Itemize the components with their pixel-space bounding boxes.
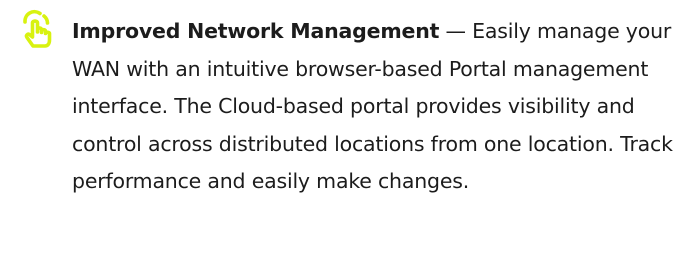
feature-title: Improved Network Management [72, 19, 440, 43]
title-separator: — [439, 19, 473, 43]
pointer-hand-icon [20, 8, 60, 52]
feature-description: Easily manage your WAN with an intuitive… [72, 19, 673, 193]
feature-item: Improved Network Management — Easily man… [0, 0, 689, 255]
feature-paragraph: Improved Network Management — Easily man… [72, 13, 684, 201]
